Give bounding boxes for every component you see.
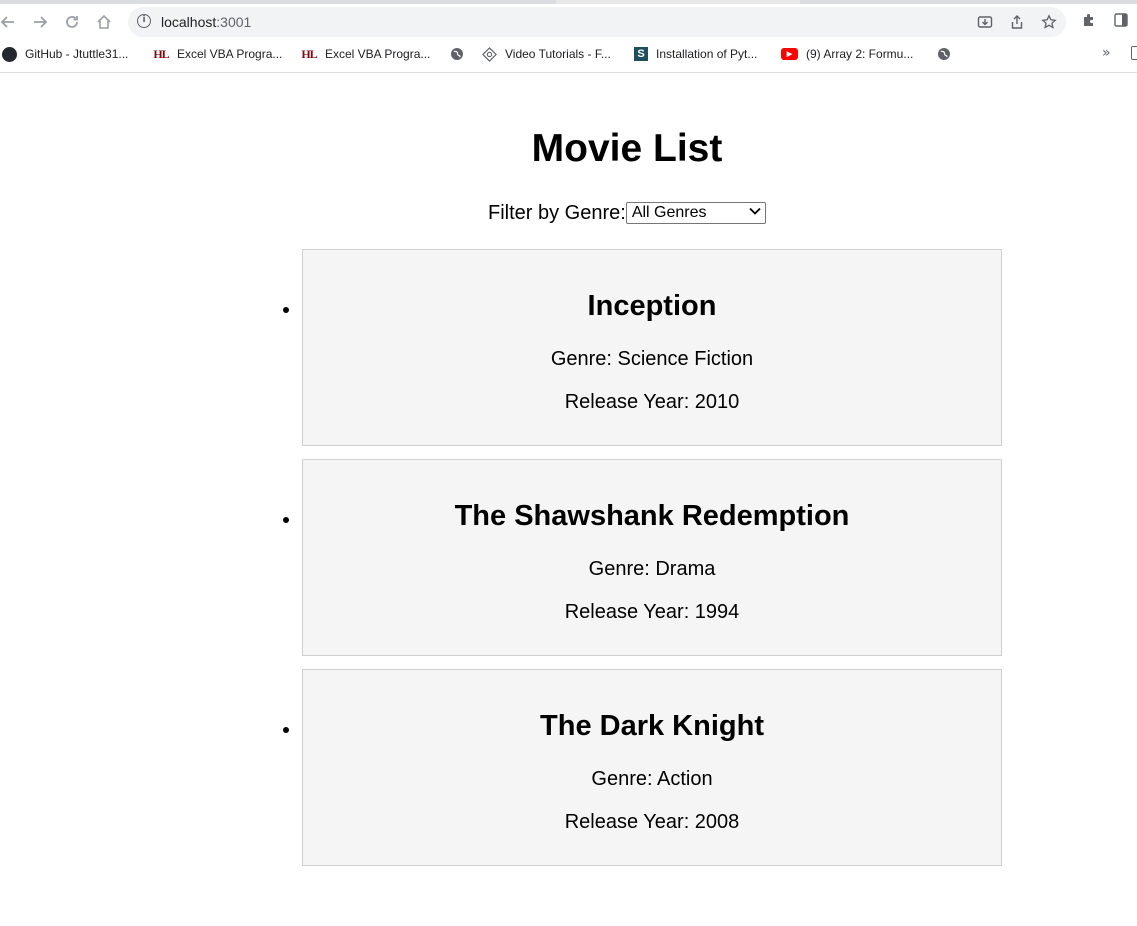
bookmark-item[interactable]: HL Excel VBA Progra... (301, 45, 430, 63)
genre-select[interactable]: All Genres (625, 202, 766, 224)
address-bar[interactable]: i localhost:3001 (128, 7, 1066, 37)
reload-icon[interactable] (60, 10, 84, 34)
browser-chrome: i localhost:3001 GitHub - Jtuttle31... H… (0, 0, 1137, 73)
movie-release-year: Release Year: 2010 (564, 391, 740, 413)
movie-card: The Dark Knight Genre: Action Release Ye… (283, 669, 1002, 866)
filter-label: Filter by Genre: (488, 202, 626, 224)
tab-right[interactable] (800, 0, 1137, 4)
address-url: localhost:3001 (161, 14, 251, 30)
bookmark-label: Installation of Pyt... (656, 47, 758, 61)
bookmark-star-icon[interactable] (1040, 14, 1058, 32)
movie-card: Inception Genre: Science Fiction Release… (283, 249, 1002, 446)
youtube-icon: ▶ (781, 48, 798, 60)
list-bullet (283, 727, 289, 733)
bookmark-item[interactable]: GitHub - Jtuttle31... (2, 45, 128, 63)
bookmark-label: Video Tutorials - F... (505, 47, 611, 61)
movie-genre: Genre: Drama (588, 558, 716, 580)
globe-icon (449, 46, 465, 62)
globe-icon (936, 46, 952, 62)
movie-release-year: Release Year: 2008 (564, 811, 740, 833)
movie-genre: Genre: Science Fiction (550, 348, 754, 370)
bookmarks-overflow-icon[interactable]: » (1102, 45, 1111, 61)
bookmark-item[interactable]: Video Tutorials - F... (481, 45, 611, 63)
movie-card: The Shawshank Redemption Genre: Drama Re… (283, 459, 1002, 656)
bookmark-label: (9) Array 2: Formu... (806, 47, 914, 61)
github-icon (2, 46, 17, 62)
bookmarks-bar: GitHub - Jtuttle31... HL Excel VBA Progr… (0, 42, 1137, 66)
list-bullet (283, 307, 289, 313)
movie-title: Inception (587, 290, 717, 322)
site-info-icon[interactable]: i (137, 14, 151, 28)
bookmark-label: GitHub - Jtuttle31... (25, 47, 129, 61)
genre-select-value: All Genres (631, 204, 707, 221)
hl-icon: HL (153, 47, 169, 61)
extensions-puzzle-icon[interactable] (1079, 12, 1099, 32)
url-port: :3001 (216, 14, 252, 30)
hl-icon: HL (301, 47, 317, 61)
page-title: Movie List (531, 127, 723, 170)
s-icon: S (634, 47, 648, 61)
list-bullet (283, 517, 289, 523)
bookmark-item[interactable] (936, 45, 960, 63)
back-icon[interactable] (0, 10, 20, 34)
side-panel-icon[interactable] (1111, 12, 1131, 32)
genre-filter: Filter by Genre: All Genres (488, 201, 766, 225)
url-host: localhost (161, 14, 217, 30)
tab-strip (0, 0, 1137, 4)
movie-title: The Shawshank Redemption (454, 500, 850, 532)
home-icon[interactable] (92, 10, 116, 34)
forward-icon[interactable] (28, 10, 52, 34)
video-tutorials-icon (481, 46, 497, 62)
bookmark-item[interactable]: HL Excel VBA Progra... (153, 45, 282, 63)
movie-app: Movie List Filter by Genre: All Genres I… (0, 73, 1137, 926)
bookmark-item[interactable]: S Installation of Pyt... (634, 45, 757, 63)
bookmark-item[interactable] (449, 45, 473, 63)
bookmark-label: Excel VBA Progra... (325, 47, 431, 61)
reading-list-icon[interactable] (1131, 46, 1137, 60)
chevron-down-icon (749, 203, 761, 223)
bookmark-label: Excel VBA Progra... (177, 47, 283, 61)
movie-title: The Dark Knight (540, 710, 764, 742)
tab-left[interactable] (0, 0, 556, 4)
browser-toolbar: i localhost:3001 (0, 6, 1137, 38)
movie-genre: Genre: Action (591, 768, 713, 790)
movie-release-year: Release Year: 1994 (564, 601, 740, 623)
share-icon[interactable] (1008, 14, 1026, 32)
bookmark-item[interactable]: ▶ (9) Array 2: Formu... (781, 45, 913, 63)
install-app-icon[interactable] (976, 14, 994, 32)
